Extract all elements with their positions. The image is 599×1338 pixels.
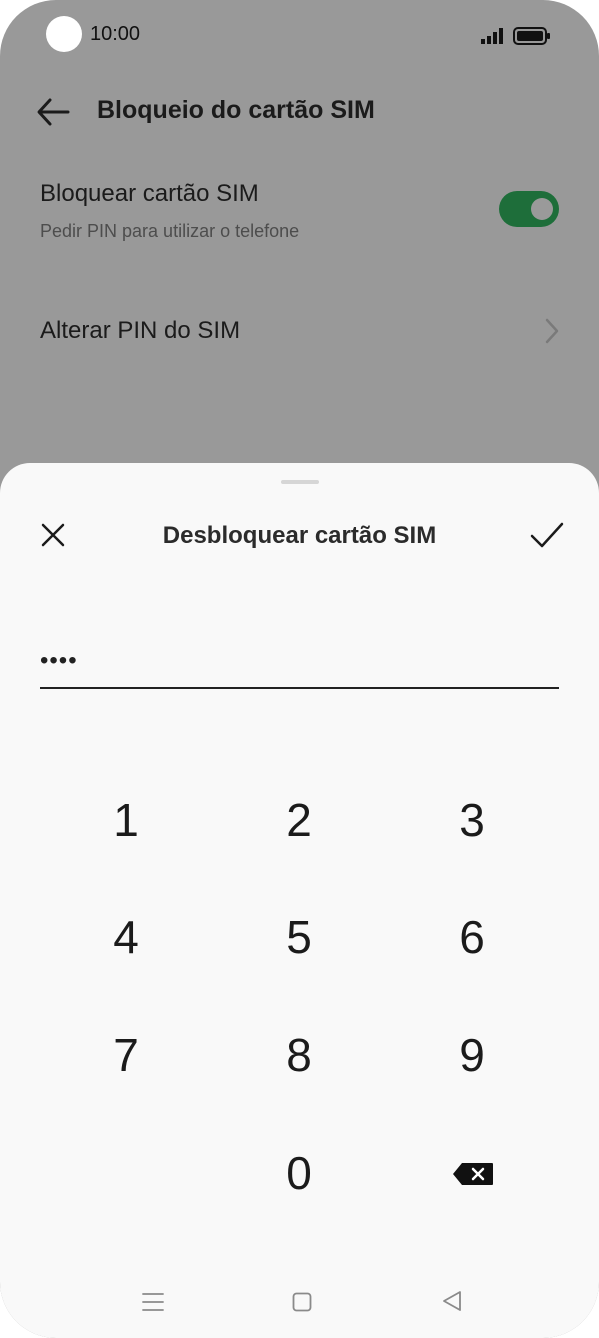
backspace-icon[interactable] xyxy=(452,1162,494,1186)
page-title: Bloqueio do cartão SIM xyxy=(97,96,375,124)
home-icon[interactable] xyxy=(292,1292,312,1312)
battery-icon xyxy=(513,27,550,45)
unlock-sim-sheet: Desbloquear cartão SIM •••• 1 2 3 4 5 6 … xyxy=(0,463,599,1338)
key-8[interactable]: 8 xyxy=(229,1015,369,1095)
key-7[interactable]: 7 xyxy=(56,1015,196,1095)
key-0[interactable]: 0 xyxy=(229,1133,369,1213)
dialog-title: Desbloquear cartão SIM xyxy=(162,522,437,549)
back-arrow-icon[interactable] xyxy=(34,94,74,130)
key-9[interactable]: 9 xyxy=(402,1015,542,1095)
lock-sim-row[interactable]: Bloquear cartão SIM Pedir PIN para utili… xyxy=(40,178,560,248)
menu-icon[interactable] xyxy=(142,1292,164,1312)
sheet-drag-handle[interactable] xyxy=(281,480,319,484)
status-time: 10:00 xyxy=(90,23,141,45)
camera-cutout xyxy=(46,16,82,52)
pin-input-value: •••• xyxy=(40,647,78,674)
back-triangle-icon[interactable] xyxy=(442,1290,462,1312)
phone-screen: 10:00 Bloqueio do cartão SIM Bloquear ca… xyxy=(0,0,599,1338)
check-icon[interactable] xyxy=(529,519,565,551)
change-pin-row[interactable]: Alterar PIN do SIM xyxy=(40,312,560,356)
key-4[interactable]: 4 xyxy=(56,897,196,977)
key-5[interactable]: 5 xyxy=(229,897,369,977)
toggle-knob xyxy=(531,198,553,220)
key-3[interactable]: 3 xyxy=(402,780,542,860)
chevron-right-icon xyxy=(545,318,559,344)
change-pin-label: Alterar PIN do SIM xyxy=(40,317,241,344)
pin-input[interactable]: •••• xyxy=(40,641,559,689)
lock-sim-toggle[interactable] xyxy=(499,191,559,227)
key-6[interactable]: 6 xyxy=(402,897,542,977)
key-2[interactable]: 2 xyxy=(229,780,369,860)
key-1[interactable]: 1 xyxy=(56,780,196,860)
signal-icon xyxy=(481,28,503,44)
lock-sim-subtitle: Pedir PIN para utilizar o telefone xyxy=(40,221,300,241)
lock-sim-title: Bloquear cartão SIM xyxy=(40,180,259,207)
